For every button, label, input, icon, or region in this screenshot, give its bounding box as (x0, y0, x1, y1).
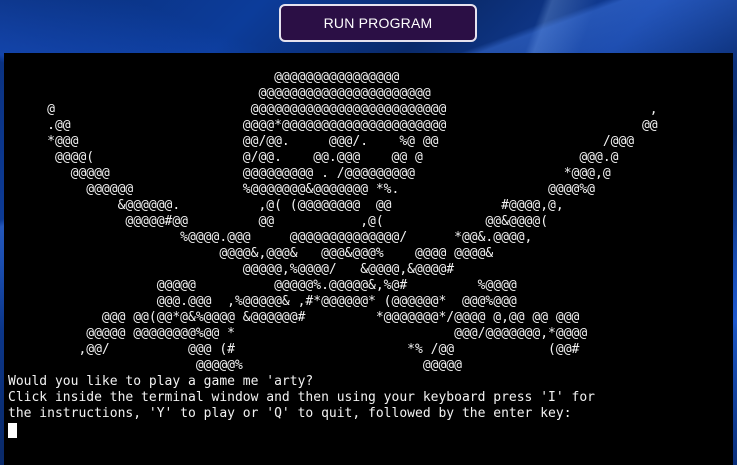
ascii-art-line: *@@@ @@/@@. @@@/. %@ @@ /@@@ (8, 134, 635, 149)
terminal-input-line[interactable] (8, 422, 733, 438)
ascii-art-line: @@@ @@(@@*@&%@@@@ &@@@@@@# *@@@@@@@*/@@@… (8, 310, 580, 325)
terminal-line: the instructions, 'Y' to play or 'Q' to … (8, 406, 572, 421)
ascii-art-line: @@@@@@@@@@@@@@@@@@@@@@ (8, 86, 431, 101)
terminal-line: Click inside the terminal window and the… (8, 390, 595, 405)
ascii-art-line: @@@@&,@@@& @@@&@@@% @@@@ @@@@& (8, 246, 494, 261)
ascii-art-line: @@@@@% @@@@@ (8, 358, 462, 373)
ascii-art-line: %@@@@.@@@ @@@@@@@@@@@@@@/ *@@&.@@@@, (8, 230, 533, 245)
terminal-output: Would you like to play a game me 'arty? … (8, 374, 733, 422)
run-program-button[interactable]: RUN PROGRAM (279, 4, 477, 42)
ascii-art-line: @@@@@ @@@@@@@@@ . /@@@@@@@@@ *@@@,@ (8, 166, 611, 181)
ascii-art-line: @@@@@ @@@@@%.@@@@@&,%@# %@@@@ (8, 278, 517, 293)
ascii-art-line: @@@@( @/@@. @@.@@@ @@ @ @@@.@ (8, 150, 619, 165)
ascii-art-line: @@@@@@ %@@@@@@@&@@@@@@@ *%. @@@@%@ (8, 182, 595, 197)
ascii-art-line: @@@.@@@ ,%@@@@@& ,#*@@@@@@* (@@@@@@* @@@… (8, 294, 517, 309)
ascii-art-line: @@@@@#@@ @@ ,@( @@&@@@@( (8, 214, 549, 229)
terminal-window[interactable]: @@@@@@@@@@@@@@@@ @@@@@@@@@@@@@@@@@@@@@@ … (4, 53, 733, 465)
terminal-cursor (8, 422, 17, 438)
ascii-art-line: ,@@/ @@@ (# *% /@@ (@@# (8, 342, 580, 357)
ascii-art-line: &@@@@@@. ,@( (@@@@@@@@ @@ #@@@@,@, (8, 198, 564, 213)
ascii-art-line: @@@@@@@@@@@@@@@@ (8, 70, 400, 85)
ascii-art-line: .@@ @@@@*@@@@@@@@@@@@@@@@@@@@@ @@ (8, 118, 658, 133)
ascii-art-line: @@@@@,%@@@@/ &@@@@,&@@@@# (8, 262, 455, 277)
terminal-line: Would you like to play a game me 'arty? (8, 374, 314, 389)
ascii-art-line: @ @@@@@@@@@@@@@@@@@@@@@@@@@ , (8, 102, 658, 117)
ascii-art-line: @@@@@ @@@@@@@@%@@ * @@@/@@@@@@@,*@@@@ (8, 326, 588, 341)
ascii-art: @@@@@@@@@@@@@@@@ @@@@@@@@@@@@@@@@@@@@@@ … (8, 70, 733, 374)
